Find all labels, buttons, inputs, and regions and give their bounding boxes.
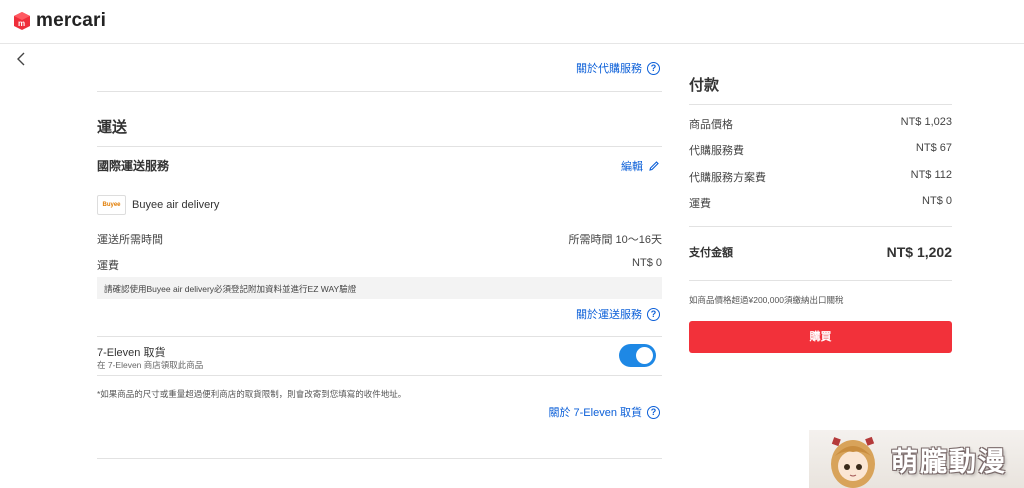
edit-shipping-link[interactable]: 編輯 <box>621 158 660 174</box>
help-icon: ? <box>647 61 660 75</box>
toggle-knob <box>636 347 653 364</box>
size-limit-note: *如果商品的尺寸或重量超過便利商店的取貨限制，則會改寄到您填寫的收件地址。 <box>97 389 407 399</box>
about-shipping-service-label: 關於運送服務 <box>576 309 642 321</box>
about-proxy-service-label: 關於代購服務 <box>576 63 642 75</box>
about-seven-eleven-label: 關於 7-Eleven 取貨 <box>548 407 642 419</box>
price-value: NT$ 1,023 <box>900 116 952 128</box>
divider <box>97 336 662 337</box>
total-row: 支付金額 NT$ 1,202 <box>689 244 952 260</box>
watermark-banner: 萌朧動漫 <box>809 430 1024 488</box>
shipping-cost-value: NT$ 0 <box>922 195 952 207</box>
mercari-logo[interactable]: m mercari <box>12 10 106 32</box>
logo-text: mercari <box>36 10 107 31</box>
total-label: 支付金額 <box>689 247 733 259</box>
divider <box>97 375 662 376</box>
transit-time-label: 運送所需時間 <box>97 234 163 246</box>
total-value: NT$ 1,202 <box>886 244 952 260</box>
divider <box>97 458 662 459</box>
seven-eleven-subtitle: 在 7-Eleven 商店領取此商品 <box>97 360 204 370</box>
customs-note: 如商品價格超過¥200,000須繳納出口關稅 <box>689 295 844 305</box>
svg-text:m: m <box>18 19 25 28</box>
about-shipping-service-link[interactable]: 關於運送服務 ? <box>576 306 660 322</box>
plan-fee-row: 代購服務方案費 NT$ 112 <box>689 169 952 185</box>
transit-time-value: 所需時間 10～16天 <box>568 234 662 246</box>
service-fee-label: 代購服務費 <box>689 145 744 157</box>
help-icon: ? <box>647 307 660 321</box>
service-fee-row: 代購服務費 NT$ 67 <box>689 142 952 158</box>
help-icon: ? <box>647 405 660 419</box>
divider <box>689 104 952 105</box>
price-row: 商品價格 NT$ 1,023 <box>689 116 952 132</box>
price-label: 商品價格 <box>689 119 733 131</box>
buyee-logo: Buyee <box>97 195 126 215</box>
about-proxy-service-link[interactable]: 關於代購服務 ? <box>576 60 660 76</box>
ezway-notice: 請確認使用Buyee air delivery必須登記附加資料並進行EZ WAY… <box>97 277 662 299</box>
service-fee-value: NT$ 67 <box>915 142 952 154</box>
seven-eleven-title: 7-Eleven 取貨 <box>97 347 166 359</box>
shipping-fee-value: NT$ 0 <box>632 257 662 269</box>
buy-button[interactable]: 購買 <box>689 321 952 353</box>
payment-title: 付款 <box>689 77 720 94</box>
divider <box>689 280 952 281</box>
edit-label: 編輯 <box>621 161 643 173</box>
shipping-cost-label: 運費 <box>689 198 711 210</box>
watermark-text: 萌朧動漫 <box>891 447 1007 478</box>
shipping-title: 運送 <box>97 119 128 136</box>
plan-fee-value: NT$ 112 <box>910 169 952 181</box>
about-seven-eleven-link[interactable]: 關於 7-Eleven 取貨 ? <box>548 404 660 420</box>
carrier-name: Buyee air delivery <box>132 199 220 211</box>
plan-fee-label: 代購服務方案費 <box>689 172 766 184</box>
mascot-image <box>831 436 875 488</box>
pencil-icon <box>649 161 659 171</box>
back-arrow-icon[interactable] <box>14 50 30 68</box>
shipping-fee-label: 運費 <box>97 260 119 272</box>
seven-eleven-toggle[interactable] <box>619 344 656 367</box>
header: m mercari <box>0 0 1024 44</box>
intl-shipping-label: 國際運送服務 <box>97 159 170 173</box>
shipping-cost-row: 運費 NT$ 0 <box>689 195 952 211</box>
divider <box>97 91 662 92</box>
divider <box>689 226 952 227</box>
divider <box>97 146 662 147</box>
mercari-logo-icon: m <box>14 12 30 30</box>
